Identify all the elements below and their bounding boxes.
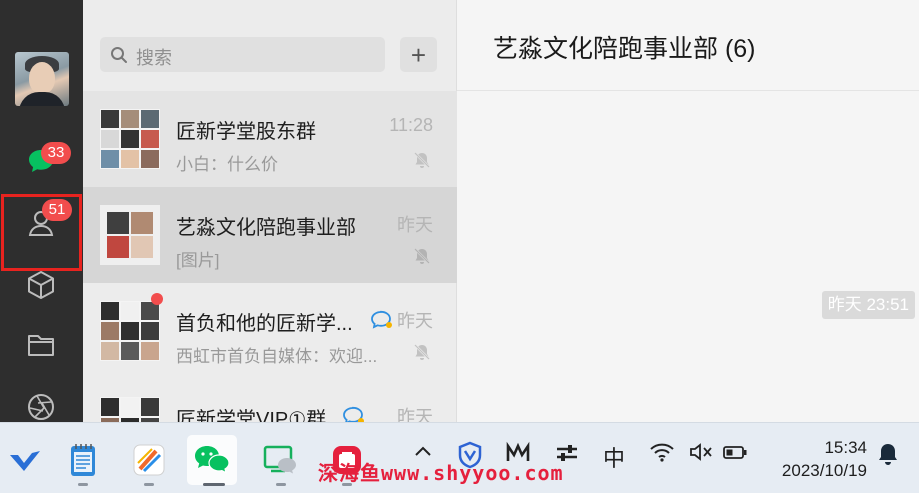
chat-item-jiangxin-shareholders[interactable]: 匠新学堂股东群 小白：什么价 11:28	[83, 91, 457, 187]
chat-item-jiangxin-vip[interactable]: 匠新学堂VIP①群 昨天	[83, 379, 457, 422]
tray-clock[interactable]: 15:34 2023/10/19	[770, 436, 867, 482]
taskbar-indicator	[276, 483, 286, 486]
folder-icon[interactable]	[24, 328, 58, 362]
chat-item-yimiao-culture[interactable]: 艺淼文化陪跑事业部 [图片] 昨天	[83, 187, 457, 283]
search-icon	[110, 46, 128, 69]
search-placeholder: 搜索	[136, 48, 172, 68]
conversation-pane: 艺淼文化陪跑事业部 (6) 昨天 23:51	[457, 0, 919, 422]
chat-time: 昨天	[397, 407, 433, 422]
notification-bell-icon[interactable]	[876, 441, 900, 473]
tray-battery-icon[interactable]	[722, 441, 748, 469]
taskbar-wechat-screen-icon[interactable]	[256, 435, 306, 485]
taskbar-notepad-icon[interactable]	[58, 435, 108, 485]
chat-name: 艺淼文化陪跑事业部	[176, 217, 356, 239]
taskbar-indicator	[144, 483, 154, 486]
clock-date: 2023/10/19	[781, 461, 867, 480]
chat-last-message: 小白：什么价	[176, 155, 278, 174]
chat-time: 昨天	[397, 215, 433, 235]
avatar[interactable]	[15, 52, 69, 106]
mute-bell-icon	[413, 343, 431, 366]
mute-bell-icon	[413, 151, 431, 174]
tray-ime-indicator[interactable]: 中	[603, 441, 625, 473]
group-avatar	[100, 397, 160, 422]
chat-name: 匠新学堂VIP①群	[176, 409, 327, 422]
chat-name: 首负和他的匠新学...	[176, 313, 353, 335]
group-avatar	[100, 205, 160, 265]
chat-time: 11:28	[389, 115, 433, 135]
taskbar-wechat-icon[interactable]	[187, 435, 237, 485]
group-avatar	[100, 109, 160, 169]
chat-list-panel: 搜索 + 匠新学堂股东群 小白：什么价 11:28 艺淼文化陪跑事业部 [图片]…	[83, 0, 457, 422]
mention-bubble-icon	[342, 405, 366, 422]
moments-shutter-icon[interactable]	[24, 390, 58, 424]
mute-bell-icon	[413, 247, 431, 270]
taskbar-indicator	[78, 483, 88, 486]
tray-chevron-up-icon[interactable]	[412, 441, 434, 467]
search-input[interactable]: 搜索	[100, 37, 385, 72]
left-nav-bar: 33 51	[0, 0, 83, 422]
chat-time: 昨天	[397, 311, 433, 331]
taskbar-indicator	[203, 483, 225, 486]
chat-item-shoufu-jiangxin[interactable]: 首负和他的匠新学... 西虹市首负自媒体：欢迎... 昨天	[83, 283, 457, 379]
wechat-window: 33 51 搜索 + 匠新学堂股东群 小白：什么价 11:28 艺淼文化陪跑事业…	[0, 0, 919, 493]
collections-cube-icon[interactable]	[24, 268, 58, 302]
group-avatar	[100, 301, 160, 361]
header-divider	[457, 90, 919, 91]
tray-sliders-icon[interactable]	[554, 441, 580, 471]
tray-m-logo-icon[interactable]	[505, 441, 531, 471]
unread-dot	[151, 293, 163, 305]
tray-wifi-icon[interactable]	[649, 441, 675, 469]
tray-shield-icon[interactable]	[457, 441, 483, 475]
chat-name: 匠新学堂股东群	[176, 121, 316, 143]
clock-time: 15:34	[824, 438, 867, 457]
taskbar-app-blue-icon[interactable]	[0, 435, 50, 485]
taskbar-drawing-icon[interactable]	[124, 435, 174, 485]
tray-volume-muted-icon[interactable]	[688, 441, 714, 469]
message-timestamp: 昨天 23:51	[821, 291, 915, 319]
conversation-title: 艺淼文化陪跑事业部 (6)	[493, 35, 756, 63]
contacts-unread-badge: 51	[42, 199, 72, 221]
chat-last-message: [图片]	[176, 251, 220, 270]
mention-bubble-icon	[370, 309, 394, 336]
add-button[interactable]: +	[400, 37, 437, 72]
chat-unread-badge: 33	[41, 142, 71, 164]
taskbar: 深海鱼www.shyyoo.com 中 15:34 2023/10/19	[0, 422, 919, 493]
chat-last-message: 西虹市首负自媒体：欢迎...	[176, 347, 378, 366]
